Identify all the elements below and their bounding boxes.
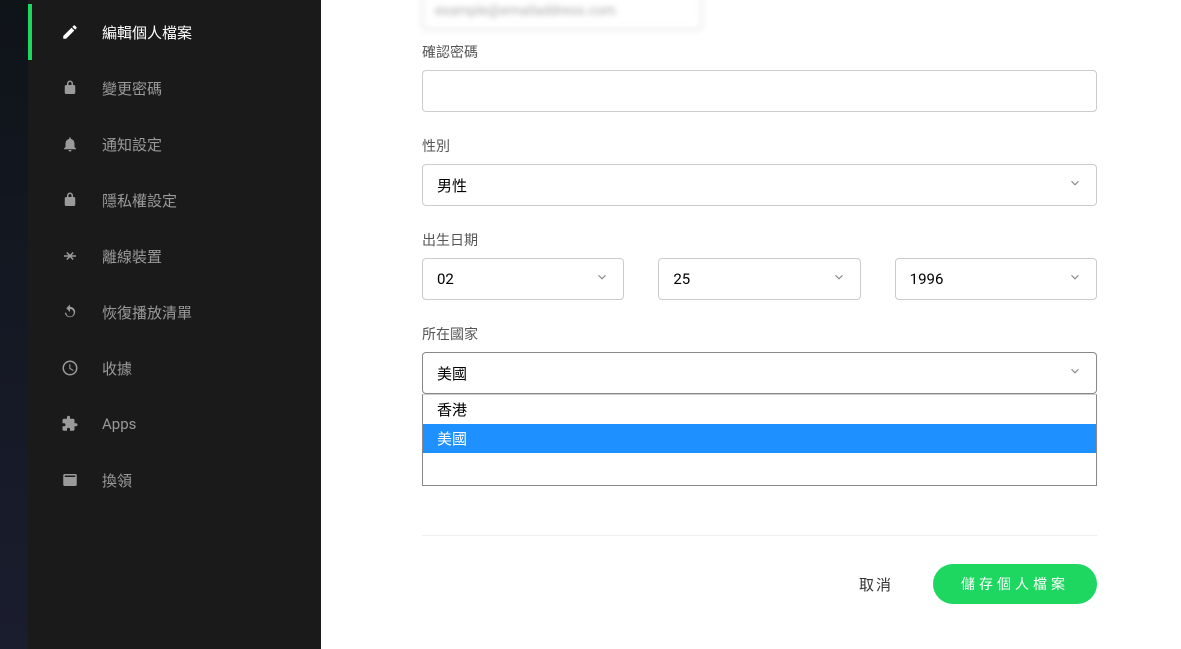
sidebar-item-label: 恢復播放清單: [102, 302, 192, 323]
chevron-down-icon: [832, 270, 846, 288]
chevron-down-icon: [1068, 364, 1082, 382]
gender-value: 男性: [437, 175, 467, 196]
lock-icon: [60, 190, 80, 210]
confirm-password-label: 確認密碼: [422, 42, 1097, 62]
sidebar-item-label: 隱私權設定: [102, 190, 177, 211]
offline-icon: [60, 246, 80, 266]
email-field[interactable]: [422, 0, 702, 30]
dob-day-select[interactable]: 25: [658, 258, 860, 300]
country-group: 所在國家 美國 香港 美國: [422, 324, 1097, 394]
gender-group: 性別 男性: [422, 136, 1097, 206]
country-dropdown: 香港 美國: [422, 394, 1097, 486]
save-button[interactable]: 儲存個人檔案: [933, 564, 1097, 604]
sidebar-item-edit-profile[interactable]: 編輯個人檔案: [28, 4, 321, 60]
cancel-button[interactable]: 取消: [859, 574, 893, 595]
clock-icon: [60, 358, 80, 378]
puzzle-icon: [60, 414, 80, 434]
confirm-password-input[interactable]: [422, 70, 1097, 112]
sidebar-item-label: 通知設定: [102, 134, 162, 155]
actions-row: 取消 儲存個人檔案: [422, 564, 1097, 604]
sidebar-item-redeem[interactable]: 換領: [28, 452, 321, 508]
left-gutter: [0, 0, 28, 649]
sidebar-item-label: 換領: [102, 470, 132, 491]
sidebar-item-label: 編輯個人檔案: [102, 22, 192, 43]
country-value: 美國: [437, 363, 467, 384]
card-icon: [60, 470, 80, 490]
country-label: 所在國家: [422, 324, 1097, 344]
sidebar-item-notifications[interactable]: 通知設定: [28, 116, 321, 172]
email-field-wrap: [422, 0, 1097, 30]
country-select[interactable]: 美國: [422, 352, 1097, 394]
sidebar-item-receipts[interactable]: 收據: [28, 340, 321, 396]
sidebar-item-change-password[interactable]: 變更密碼: [28, 60, 321, 116]
dropdown-spacer: [423, 453, 1096, 485]
divider: [422, 535, 1097, 536]
chevron-down-icon: [1068, 270, 1082, 288]
sidebar-item-privacy[interactable]: 隱私權設定: [28, 172, 321, 228]
sidebar-item-label: 收據: [102, 358, 132, 379]
sidebar: 編輯個人檔案 變更密碼 通知設定 隱私權設定 離線裝置 恢復播放清單 收據 Ap…: [28, 0, 321, 649]
country-option-hk[interactable]: 香港: [423, 395, 1096, 424]
gender-select[interactable]: 男性: [422, 164, 1097, 206]
refresh-icon: [60, 302, 80, 322]
dob-label: 出生日期: [422, 230, 1097, 250]
gender-label: 性別: [422, 136, 1097, 156]
lock-icon: [60, 78, 80, 98]
sidebar-item-recover-playlist[interactable]: 恢復播放清單: [28, 284, 321, 340]
bell-icon: [60, 134, 80, 154]
sidebar-item-offline-devices[interactable]: 離線裝置: [28, 228, 321, 284]
sidebar-item-label: Apps: [102, 415, 136, 433]
sidebar-item-label: 變更密碼: [102, 78, 162, 99]
sidebar-item-label: 離線裝置: [102, 246, 162, 267]
pencil-icon: [60, 22, 80, 42]
sidebar-item-apps[interactable]: Apps: [28, 396, 321, 452]
dob-group: 出生日期 02 25 1996: [422, 230, 1097, 300]
main-content: 確認密碼 性別 男性 出生日期 02 25 1996 所在國家: [321, 0, 1181, 649]
dob-month-value: 02: [437, 270, 454, 288]
dob-year-select[interactable]: 1996: [895, 258, 1097, 300]
dob-day-value: 25: [673, 270, 690, 288]
confirm-password-group: 確認密碼: [422, 42, 1097, 112]
country-option-us[interactable]: 美國: [423, 424, 1096, 453]
chevron-down-icon: [1068, 176, 1082, 194]
chevron-down-icon: [595, 270, 609, 288]
dob-month-select[interactable]: 02: [422, 258, 624, 300]
dob-year-value: 1996: [910, 270, 944, 288]
